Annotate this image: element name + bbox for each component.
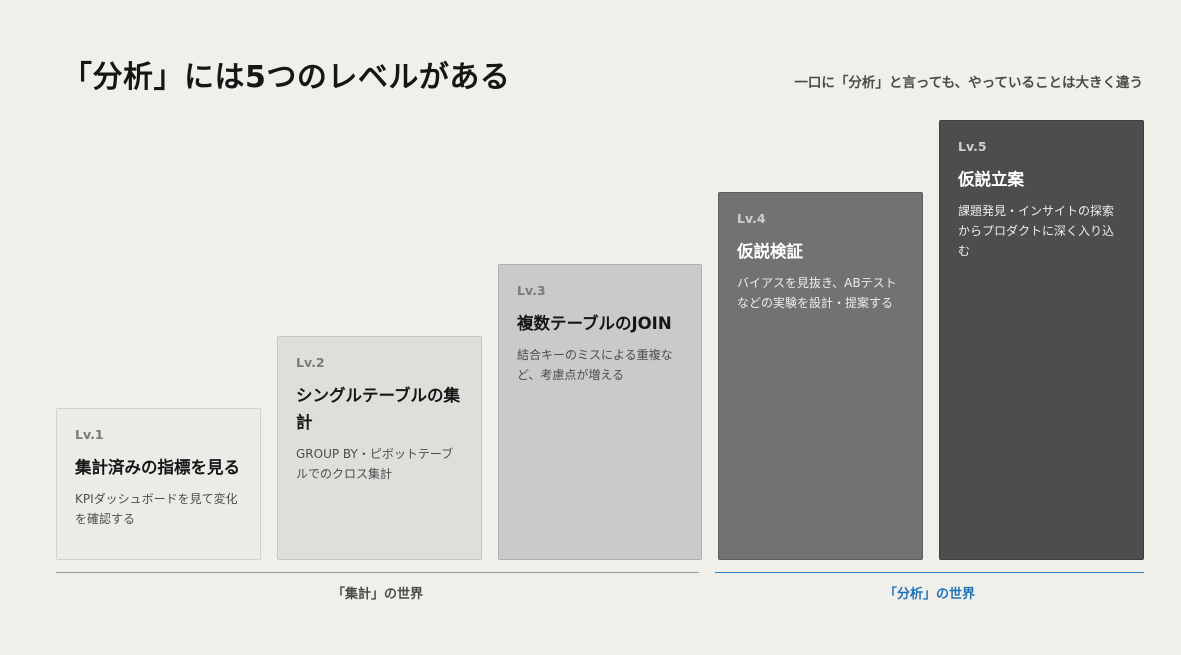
level-description: KPIダッシュボードを見て変化を確認する (75, 492, 238, 526)
level-number: Lv.5 (958, 139, 987, 154)
level-card-5: Lv.5 仮説立案 課題発見・インサイトの探索からプロダクトに深く入り込む (939, 120, 1144, 560)
aggregation-group-label: 「集計」の世界 (331, 587, 423, 602)
level-name: シングルテーブルの集計 (296, 386, 461, 432)
analysis-divider (715, 572, 1144, 573)
level-description: 課題発見・インサイトの探索からプロダクトに深く入り込む (958, 204, 1115, 258)
slide: 「分析」には5つのレベルがある 一口に「分析」と言っても、やっていることは大きく… (0, 0, 1181, 655)
analysis-group-label: 「分析」の世界 (883, 587, 975, 602)
level-number: Lv.2 (296, 355, 325, 370)
level-name: 複数テーブルのJOIN (517, 314, 672, 333)
level-name: 仮説検証 (737, 242, 803, 261)
level-card-4: Lv.4 仮説検証 バイアスを見抜き、ABテストなどの実験を設計・提案する (718, 192, 923, 560)
level-description: バイアスを見抜き、ABテストなどの実験を設計・提案する (737, 276, 897, 310)
level-number: Lv.1 (75, 427, 104, 442)
level-description: GROUP BY・ピボットテーブルでのクロス集計 (296, 447, 454, 481)
level-number: Lv.3 (517, 283, 546, 298)
level-name: 集計済みの指標を見る (75, 458, 240, 477)
level-name: 仮説立案 (958, 170, 1024, 189)
aggregation-divider (56, 572, 699, 573)
level-card-3: Lv.3 複数テーブルのJOIN 結合キーのミスによる重複など、考慮点が増える (498, 264, 702, 560)
page-subtitle: 一口に「分析」と言っても、やっていることは大きく違う (794, 75, 1143, 91)
level-card-1: Lv.1 集計済みの指標を見る KPIダッシュボードを見て変化を確認する (56, 408, 261, 560)
level-card-2: Lv.2 シングルテーブルの集計 GROUP BY・ピボットテーブルでのクロス集… (277, 336, 482, 560)
level-description: 結合キーのミスによる重複など、考慮点が増える (517, 348, 673, 382)
level-number: Lv.4 (737, 211, 766, 226)
page-title: 「分析」には5つのレベルがある (62, 60, 511, 95)
